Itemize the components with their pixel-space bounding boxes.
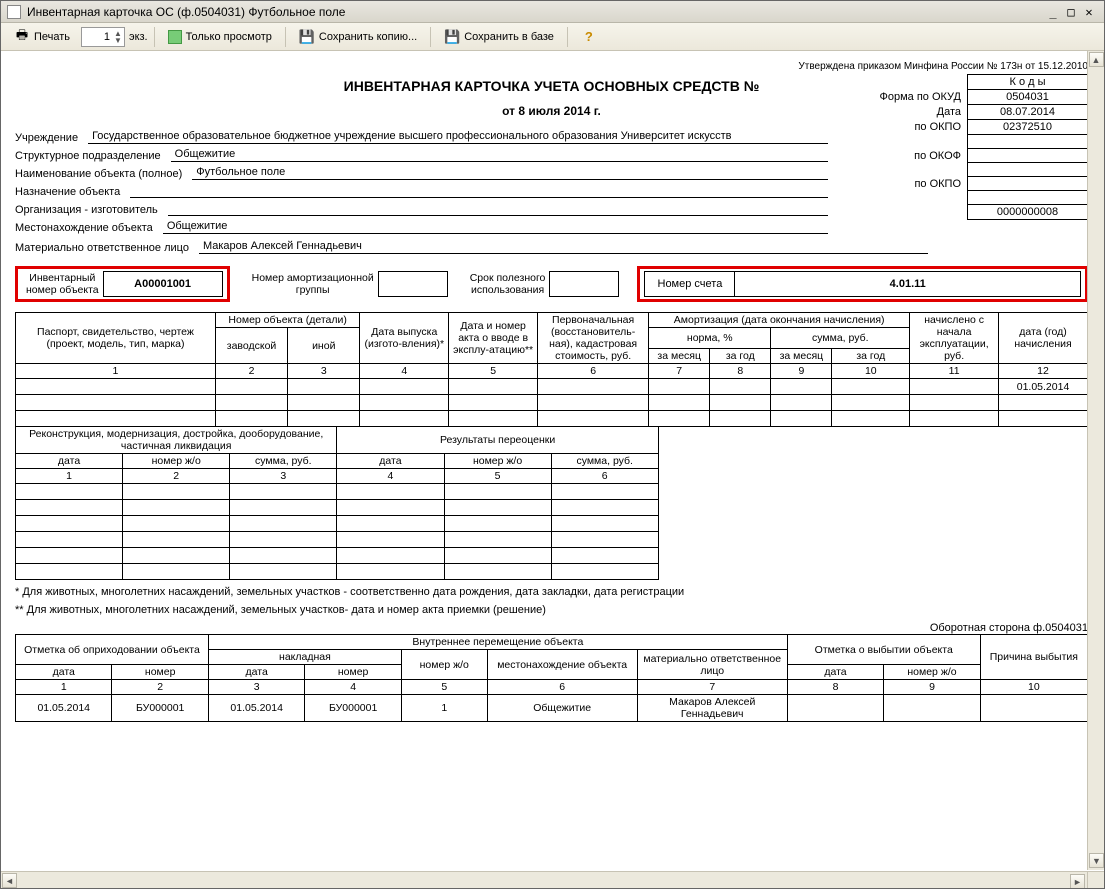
print-label: Печать xyxy=(34,31,70,43)
highlight-row: Инвентарныйномер объекта А00001001 Номер… xyxy=(15,266,1088,302)
okpo-label: по ОКПО xyxy=(874,120,968,135)
codes-table: К о д ы Форма по ОКУД0504031 Дата08.07.2… xyxy=(874,74,1089,220)
save-db-button[interactable]: 💾 Сохранить в базе xyxy=(437,26,561,48)
okpo2-label: по ОКПО xyxy=(874,177,968,191)
secondary-table: Реконструкция, модернизация, достройка, … xyxy=(15,426,659,580)
document-body: Утверждена приказом Минфина России № 173… xyxy=(1,51,1104,732)
account-label: Номер счета xyxy=(644,271,734,297)
mol-value: Макаров Алексей Геннадьевич xyxy=(199,240,928,254)
approval-text: Утверждена приказом Минфина России № 173… xyxy=(15,61,1088,72)
titlebar: Инвентарная карточка ОС (ф.0504031) Футб… xyxy=(1,1,1104,23)
scroll-up-button[interactable]: ▲ xyxy=(1089,52,1104,67)
stepper-arrows[interactable]: ▲▼ xyxy=(114,30,122,44)
help-button[interactable]: ? xyxy=(574,26,604,48)
table-row: 01.05.2014БУ00000101.05.2014 БУ0000011Об… xyxy=(16,695,1088,722)
restore-button[interactable]: □ xyxy=(1062,4,1080,20)
purpose-label: Назначение объекта xyxy=(15,186,120,198)
purpose-value xyxy=(130,184,828,198)
save-copy-label: Сохранить копию... xyxy=(319,31,417,43)
save-copy-button[interactable]: 💾 Сохранить копию... xyxy=(292,26,424,48)
scroll-left-button[interactable]: ◄ xyxy=(2,873,17,888)
save-db-label: Сохранить в базе xyxy=(464,31,554,43)
okpo2-value xyxy=(968,177,1088,191)
scroll-down-button[interactable]: ▼ xyxy=(1089,853,1104,868)
footnote-2: ** Для животных, многолетних насаждений,… xyxy=(15,604,1088,616)
dept-value: Общежитие xyxy=(171,148,828,162)
copies-input[interactable] xyxy=(88,30,112,44)
save-icon: 💾 xyxy=(299,29,315,45)
account-number: 4.01.11 xyxy=(734,271,1081,297)
name-label: Наименование объекта (полное) xyxy=(15,168,182,180)
name-value: Футбольное поле xyxy=(192,166,828,180)
scroll-right-button[interactable]: ► xyxy=(1070,874,1085,888)
maker-value xyxy=(168,202,828,216)
loc-value: Общежитие xyxy=(163,220,828,234)
printer-icon: 🖶 xyxy=(14,29,30,45)
footnote-1: * Для животных, многолетних насаждений, … xyxy=(15,586,1088,598)
loc-label: Местонахождение объекта xyxy=(15,222,153,234)
okud-label: Форма по ОКУД xyxy=(874,90,968,105)
main-table: Паспорт, свидетельство, чертеж (проект, … xyxy=(15,312,1088,427)
mol-label: Материально ответственное лицо xyxy=(15,242,189,254)
vertical-scrollbar[interactable]: ▲ ▼ xyxy=(1087,51,1104,870)
date-value: 08.07.2014 xyxy=(968,105,1088,120)
window-title: Инвентарная карточка ОС (ф.0504031) Футб… xyxy=(27,5,345,19)
date-label: Дата xyxy=(874,105,968,120)
copies-label: экз. xyxy=(129,31,148,43)
inventory-number-frame: Инвентарныйномер объекта А00001001 xyxy=(15,266,230,302)
scrollbar-corner xyxy=(1087,871,1104,888)
reverse-side-note: Оборотная сторона ф.0504031 xyxy=(15,622,1088,634)
dept-label: Структурное подразделение xyxy=(15,150,161,162)
document-viewport[interactable]: Утверждена приказом Минфина России № 173… xyxy=(1,51,1104,888)
help-icon: ? xyxy=(581,29,597,45)
close-button[interactable]: ✕ xyxy=(1080,4,1098,20)
copies-stepper[interactable]: ▲▼ xyxy=(81,27,125,47)
useful-life xyxy=(549,271,619,297)
maker-label: Организация - изготовитель xyxy=(15,204,158,216)
movement-table: Отметка об оприходовании объекта Внутрен… xyxy=(15,634,1088,722)
okof-label: по ОКОФ xyxy=(874,149,968,163)
org-label: Учреждение xyxy=(15,132,78,144)
print-button[interactable]: 🖶 Печать xyxy=(7,26,77,48)
preview-button[interactable]: Только просмотр xyxy=(161,27,279,47)
org-value: Государственное образовательное бюджетно… xyxy=(88,130,828,144)
app-window: Инвентарная карточка ОС (ф.0504031) Футб… xyxy=(0,0,1105,889)
database-save-icon: 💾 xyxy=(444,29,460,45)
code-last: 0000000008 xyxy=(968,205,1088,220)
toolbar: 🖶 Печать ▲▼ экз. Только просмотр 💾 Сохра… xyxy=(1,23,1104,51)
account-number-frame: Номер счета 4.01.11 xyxy=(637,266,1088,302)
preview-icon xyxy=(168,30,182,44)
horizontal-scrollbar[interactable]: ◄ ► xyxy=(1,871,1087,888)
amort-group xyxy=(378,271,448,297)
okof-value xyxy=(968,149,1088,163)
codes-header: К о д ы xyxy=(968,75,1088,90)
inventory-number: А00001001 xyxy=(103,271,223,297)
okpo-value: 02372510 xyxy=(968,120,1088,135)
preview-label: Только просмотр xyxy=(186,31,272,43)
accrual-date-cell: 01.05.2014 xyxy=(999,379,1088,395)
document-icon xyxy=(7,5,21,19)
minimize-button[interactable]: _ xyxy=(1044,4,1062,20)
okud-value: 0504031 xyxy=(968,90,1088,105)
